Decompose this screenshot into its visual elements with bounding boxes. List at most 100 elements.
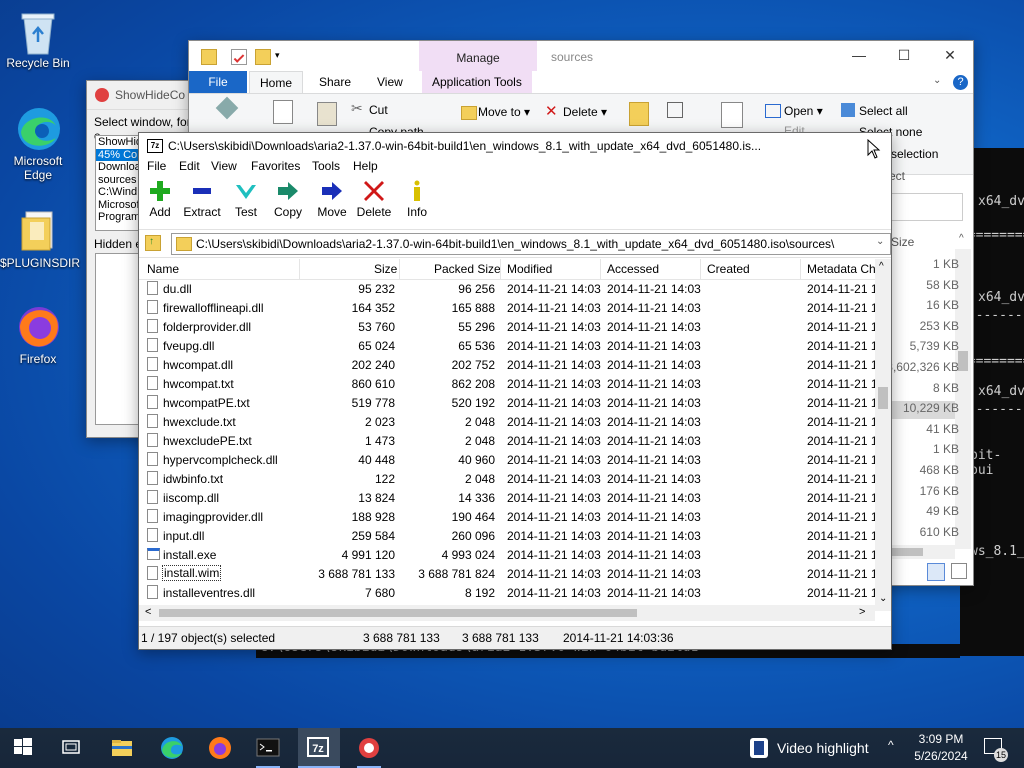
table-row[interactable]: iiscomp.dll 13 824 14 336 2014-11-21 14:03 2…: [139, 488, 875, 507]
column-size[interactable]: Size: [374, 262, 397, 276]
select-all-button[interactable]: Select all: [859, 104, 908, 118]
column-metadata-changed[interactable]: Metadata Ch: [807, 262, 875, 276]
maximize-button[interactable]: ☐: [889, 47, 919, 64]
file-explorer-icon[interactable]: [110, 736, 134, 760]
new-item-icon[interactable]: [667, 102, 683, 118]
column-accessed[interactable]: Accessed: [607, 262, 659, 276]
large-icons-view-icon[interactable]: [951, 563, 967, 579]
chevron-down-icon[interactable]: ▾: [275, 50, 289, 64]
copy-button[interactable]: Copy: [267, 179, 309, 219]
chevron-down-icon[interactable]: ⌄: [879, 593, 887, 604]
table-row[interactable]: du.dll 95 232 96 256 2014-11-21 14:03 2014-1…: [139, 279, 875, 298]
table-row[interactable]: firewallofflineapi.dll 164 352 165 888 2014…: [139, 298, 875, 317]
chevron-right-icon[interactable]: >: [859, 606, 865, 618]
explorer-scrollbar-thumb[interactable]: [958, 351, 968, 371]
manage-tab[interactable]: Manage: [419, 41, 537, 71]
delete-button[interactable]: Delete ▾: [563, 105, 607, 119]
move-button[interactable]: Move: [311, 179, 353, 219]
copy-icon[interactable]: [273, 100, 293, 124]
add-button[interactable]: Add: [139, 179, 181, 219]
table-row[interactable]: hypervcomplcheck.dll 40 448 40 960 2014-11-…: [139, 450, 875, 469]
desktop-icon-pluginsdir[interactable]: $PLUGINSDIR: [0, 208, 80, 270]
table-row[interactable]: install.exe 4 991 120 4 993 024 2014-11-21 …: [139, 545, 875, 564]
invert-selection-button[interactable]: selection: [891, 147, 938, 161]
column-packed-size[interactable]: Packed Size: [434, 262, 501, 276]
properties-icon[interactable]: [231, 49, 247, 65]
file-list[interactable]: Name Size Packed Size Modified Accessed …: [139, 259, 875, 611]
terminal-icon[interactable]: [256, 736, 280, 768]
showhide-icon[interactable]: [357, 736, 381, 768]
table-row[interactable]: hwexclude.txt 2 023 2 048 2014-11-21 14:03 2…: [139, 412, 875, 431]
table-row[interactable]: idwbinfo.txt 122 2 048 2014-11-21 14:03 2014…: [139, 469, 875, 488]
pin-icon[interactable]: [215, 96, 239, 120]
explorer-titlebar[interactable]: ▾ Manage sources — ☐ ✕: [189, 41, 973, 71]
menu-file[interactable]: File: [147, 159, 166, 173]
news-widget[interactable]: Video highlight: [777, 740, 869, 756]
table-row[interactable]: hwcompatPE.txt 519 778 520 192 2014-11-21 1…: [139, 393, 875, 412]
7zip-window[interactable]: 7z C:\Users\skibidi\Downloads\aria2-1.37…: [138, 132, 892, 650]
chevron-up-icon[interactable]: ^: [959, 233, 964, 244]
desktop-icon-edge[interactable]: Microsoft Edge: [0, 106, 76, 182]
tab-view[interactable]: View: [367, 71, 413, 93]
table-row[interactable]: input.dll 259 584 260 096 2014-11-21 14:03 2…: [139, 526, 875, 545]
file-list-vscroll[interactable]: ^ ⌄: [875, 259, 891, 611]
address-input[interactable]: C:\Users\skibidi\Downloads\aria2-1.37.0-…: [171, 233, 891, 255]
move-to-button[interactable]: Move to ▾: [478, 105, 530, 119]
close-button[interactable]: ✕: [935, 47, 965, 64]
details-view-icon[interactable]: [927, 563, 945, 581]
new-folder-icon[interactable]: [255, 49, 271, 65]
chevron-down-icon[interactable]: ⌄: [933, 75, 941, 86]
menu-favorites[interactable]: Favorites: [251, 159, 300, 173]
tab-file[interactable]: File: [189, 71, 247, 93]
column-modified[interactable]: Modified: [507, 262, 552, 276]
menu-edit[interactable]: Edit: [179, 159, 200, 173]
up-folder-icon[interactable]: ↑: [145, 235, 161, 251]
explorer-hscroll[interactable]: [889, 545, 955, 559]
table-row[interactable]: hwexcludePE.txt 1 473 2 048 2014-11-21 14:0…: [139, 431, 875, 450]
7zip-taskbar-button[interactable]: 7z: [298, 728, 340, 768]
minimize-button[interactable]: —: [844, 47, 874, 63]
desktop-icon-firefox[interactable]: Firefox: [0, 304, 76, 366]
column-created[interactable]: Created: [707, 262, 750, 276]
cut-button[interactable]: Cut: [369, 103, 388, 117]
tab-home[interactable]: Home: [249, 71, 304, 93]
column-name[interactable]: Name: [147, 262, 179, 276]
chevron-up-icon[interactable]: ^: [879, 261, 884, 272]
table-row[interactable]: installeventres.dll 7 680 8 192 2014-11-21 …: [139, 583, 875, 602]
table-row[interactable]: install.wim 3 688 781 133 3 688 781 824 201…: [139, 564, 875, 583]
desktop-icon-recycle-bin[interactable]: Recycle Bin: [0, 8, 76, 70]
chevron-up-icon[interactable]: ^: [888, 738, 894, 752]
new-folder-icon[interactable]: [629, 102, 649, 126]
test-button[interactable]: Test: [225, 179, 267, 219]
table-row[interactable]: imagingprovider.dll 188 928 190 464 2014-11…: [139, 507, 875, 526]
news-icon[interactable]: [750, 738, 768, 758]
table-row[interactable]: hwcompat.dll 202 240 202 752 2014-11-21 14:…: [139, 355, 875, 374]
chevron-down-icon[interactable]: ⌄: [876, 236, 884, 247]
clock-date[interactable]: 5/26/2024: [912, 749, 970, 763]
edge-icon[interactable]: [160, 736, 184, 760]
delete-button[interactable]: Delete: [353, 179, 395, 219]
paste-icon[interactable]: [317, 102, 337, 126]
task-view-icon[interactable]: [60, 736, 84, 760]
clock-time[interactable]: 3:09 PM: [916, 732, 966, 746]
open-button[interactable]: Open ▾: [784, 104, 823, 118]
start-icon[interactable]: [12, 736, 36, 760]
info-button[interactable]: Info: [396, 179, 438, 219]
tab-application-tools[interactable]: Application Tools: [422, 71, 532, 93]
menu-view[interactable]: View: [211, 159, 237, 173]
scrollbar-thumb[interactable]: [159, 609, 637, 617]
menu-tools[interactable]: Tools: [312, 159, 340, 173]
scrollbar-thumb[interactable]: [878, 387, 888, 409]
properties-icon[interactable]: [721, 102, 743, 128]
firefox-icon[interactable]: [208, 736, 232, 760]
explorer-search-box[interactable]: [889, 193, 963, 221]
table-row[interactable]: fveupg.dll 65 024 65 536 2014-11-21 14:03 20…: [139, 336, 875, 355]
table-row[interactable]: hwcompat.txt 860 610 862 208 2014-11-21 14:…: [139, 374, 875, 393]
tab-share[interactable]: Share: [309, 71, 361, 93]
chevron-left-icon[interactable]: <: [145, 606, 151, 618]
7zip-titlebar[interactable]: 7z C:\Users\skibidi\Downloads\aria2-1.37…: [139, 133, 891, 157]
file-list-hscroll[interactable]: < >: [139, 605, 875, 621]
help-icon[interactable]: ?: [953, 75, 968, 90]
extract-button[interactable]: Extract: [181, 179, 223, 219]
size-column-header[interactable]: Size: [891, 235, 914, 249]
